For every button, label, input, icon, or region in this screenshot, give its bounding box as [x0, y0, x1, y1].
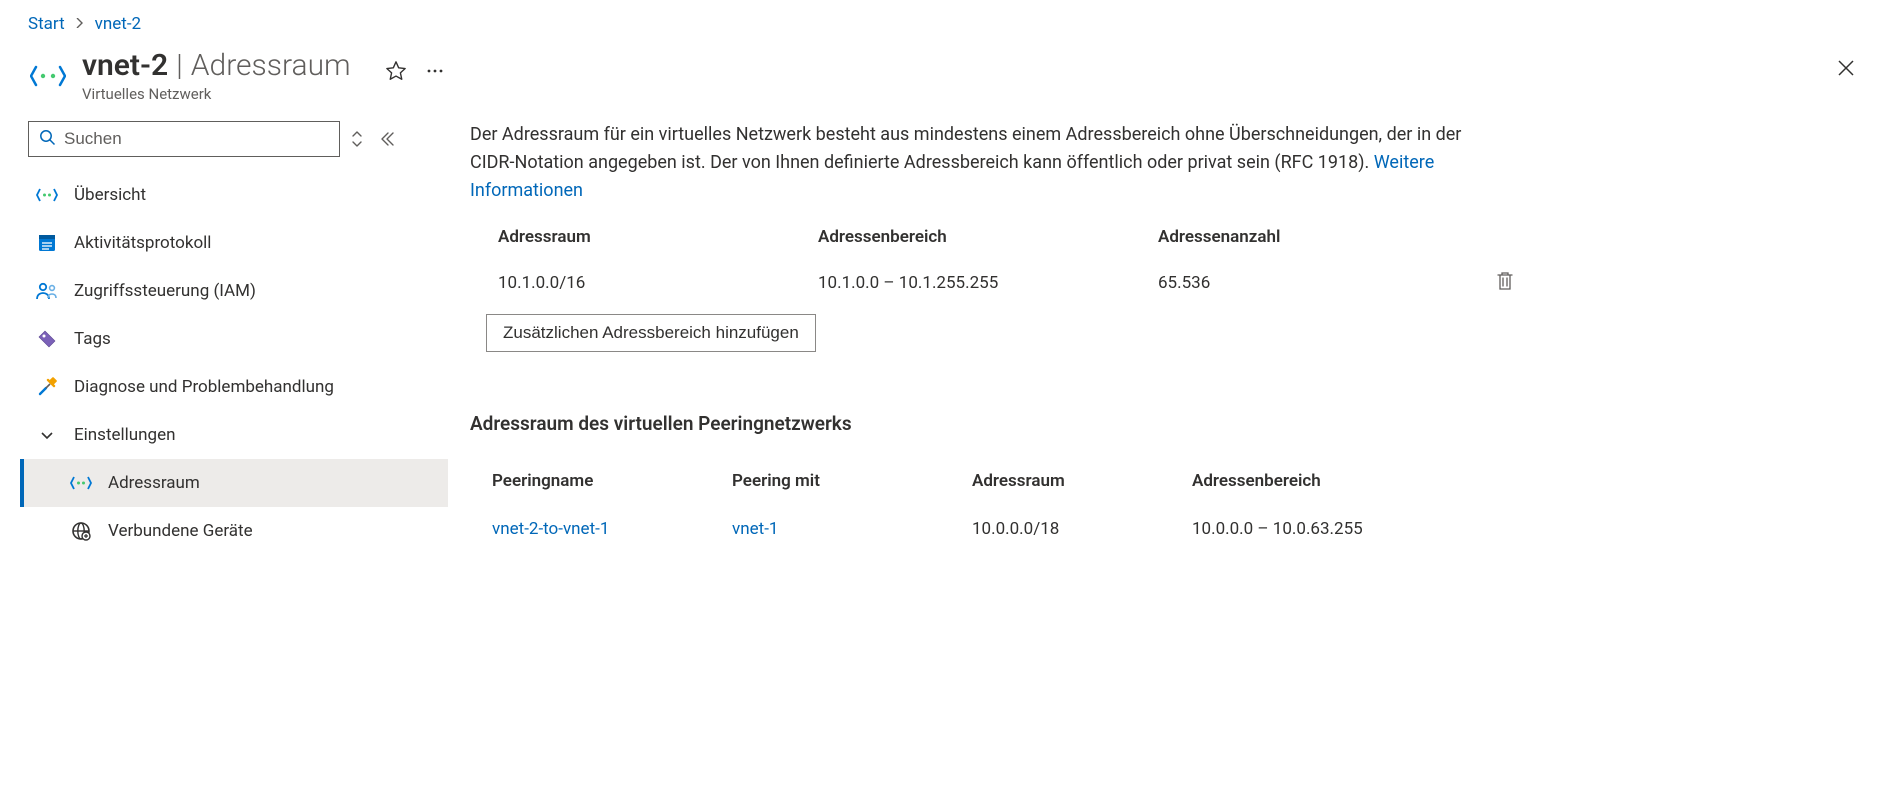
cell-range: 10.1.0.0 – 10.1.255.255 — [818, 273, 1158, 293]
expand-collapse-icon[interactable] — [350, 131, 364, 147]
page-header: vnet-2 | Adressraum Virtuelles Netzwerk — [0, 38, 1888, 103]
peering-table-header: Peeringname Peering mit Adressraum Adres… — [470, 457, 1866, 505]
sidebar-item-overview[interactable]: Übersicht — [20, 171, 448, 219]
delete-row-button[interactable] — [1496, 271, 1518, 296]
peering-name-link[interactable]: vnet-2-to-vnet-1 — [492, 519, 609, 539]
breadcrumb-start[interactable]: Start — [28, 14, 65, 34]
col-header-count: Adressenanzahl — [1158, 227, 1458, 247]
col-header-range: Adressenbereich — [818, 227, 1158, 247]
activity-log-icon — [34, 233, 60, 253]
sidebar: Übersicht Aktivitätsprotokoll Zugriffsst… — [20, 121, 448, 555]
sidebar-group-settings[interactable]: Einstellungen — [20, 411, 448, 459]
nav-label: Adressraum — [108, 473, 200, 493]
close-icon[interactable] — [1836, 58, 1856, 78]
add-address-range-button[interactable]: Zusätzlichen Adressbereich hinzufügen — [486, 314, 816, 352]
collapse-sidebar-icon[interactable] — [378, 131, 394, 147]
table-header-row: Adressraum Adressenbereich Adressenanzah… — [470, 215, 1866, 259]
description: Der Adressraum für ein virtuelles Netzwe… — [470, 121, 1490, 205]
favorite-star-icon[interactable] — [385, 60, 407, 82]
nav-label: Zugriffssteuerung (IAM) — [74, 281, 256, 301]
nav-label: Tags — [74, 329, 111, 349]
peering-table-row: vnet-2-to-vnet-1 vnet-1 10.0.0.0/18 10.0… — [470, 505, 1866, 553]
table-row: 10.1.0.0/16 10.1.0.0 – 10.1.255.255 65.5… — [470, 259, 1866, 308]
page-title-blade: Adressraum — [191, 48, 351, 83]
breadcrumb-resource[interactable]: vnet-2 — [95, 14, 141, 34]
sidebar-item-diagnose[interactable]: Diagnose und Problembehandlung — [20, 363, 448, 411]
col-header-space: Adressraum — [498, 227, 818, 247]
nav-label: Aktivitätsprotokoll — [74, 233, 211, 253]
more-ellipsis-icon[interactable] — [425, 61, 445, 81]
col-header-peering-range: Adressenbereich — [1192, 471, 1492, 491]
breadcrumb: Start vnet-2 — [0, 0, 1888, 38]
col-header-peering-name: Peeringname — [492, 471, 732, 491]
search-icon — [39, 129, 56, 150]
vnet-small-icon — [68, 475, 94, 491]
chevron-right-icon — [75, 16, 85, 32]
sidebar-item-address-space[interactable]: Adressraum — [20, 459, 448, 507]
tags-icon — [34, 329, 60, 349]
sidebar-item-tags[interactable]: Tags — [20, 315, 448, 363]
nav-label: Einstellungen — [74, 425, 176, 445]
nav-label: Übersicht — [74, 185, 146, 205]
cell-count: 65.536 — [1158, 273, 1458, 293]
sidebar-search[interactable] — [28, 121, 340, 157]
title-separator: | — [176, 48, 183, 83]
nav-label: Verbundene Geräte — [108, 521, 253, 541]
cell-space: 10.1.0.0/16 — [498, 273, 818, 293]
cell-peering-range: 10.0.0.0 – 10.0.63.255 — [1192, 519, 1492, 539]
vnet-small-icon — [34, 187, 60, 203]
search-input[interactable] — [64, 129, 329, 149]
page-subtitle: Virtuelles Netzwerk — [82, 85, 351, 103]
description-text: Der Adressraum für ein virtuelles Netzwe… — [470, 124, 1461, 173]
col-header-peering-with: Peering mit — [732, 471, 972, 491]
sidebar-nav: Übersicht Aktivitätsprotokoll Zugriffsst… — [20, 171, 448, 555]
vnet-icon — [28, 56, 68, 96]
cell-peering-space: 10.0.0.0/18 — [972, 519, 1192, 539]
sidebar-item-iam[interactable]: Zugriffssteuerung (IAM) — [20, 267, 448, 315]
iam-icon — [34, 281, 60, 301]
col-header-peering-space: Adressraum — [972, 471, 1192, 491]
nav-label: Diagnose und Problembehandlung — [74, 377, 334, 397]
connected-devices-icon — [68, 521, 94, 541]
main-content: Der Adressraum für ein virtuelles Netzwe… — [448, 121, 1888, 555]
peering-section-title: Adressraum des virtuellen Peeringnetzwer… — [470, 412, 1866, 435]
chevron-down-icon — [34, 428, 60, 442]
diagnose-icon — [34, 377, 60, 397]
page-title-resource: vnet-2 — [82, 48, 168, 83]
sidebar-item-connected-devices[interactable]: Verbundene Geräte — [20, 507, 448, 555]
address-space-table: Adressraum Adressenbereich Adressenanzah… — [470, 215, 1866, 308]
sidebar-item-activity-log[interactable]: Aktivitätsprotokoll — [20, 219, 448, 267]
peering-with-link[interactable]: vnet-1 — [732, 519, 778, 539]
